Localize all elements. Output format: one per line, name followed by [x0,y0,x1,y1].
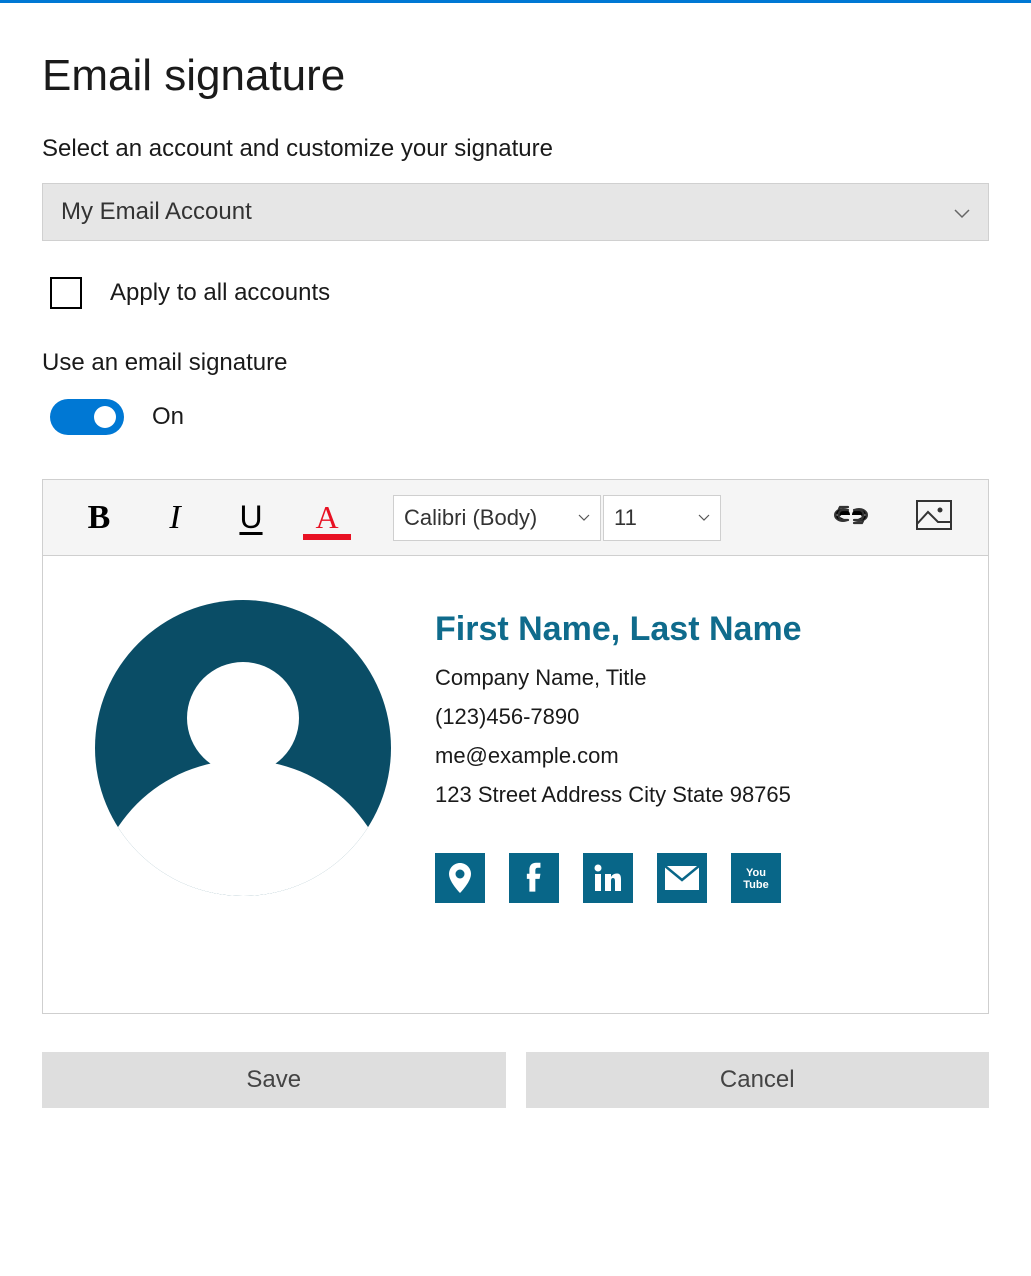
linkedin-icon[interactable] [583,853,633,903]
social-icons-row: You Tube [435,853,950,903]
signature-address[interactable]: 123 Street Address City State 98765 [435,778,950,811]
font-size-value: 11 [614,505,637,531]
signature-editor: B I U A Calibri (Body) 11 [42,479,989,1014]
font-color-button[interactable]: A [307,498,347,538]
apply-all-row: Apply to all accounts [50,277,989,309]
use-signature-label: Use an email signature [42,349,989,377]
use-signature-toggle-row: On [50,399,989,435]
font-color-swatch [303,534,351,540]
signature-phone[interactable]: (123)456-7890 [435,700,950,733]
cancel-button[interactable]: Cancel [526,1052,990,1108]
chevron-down-icon [698,511,710,525]
bold-button[interactable]: B [79,498,119,538]
toggle-state-label: On [152,403,184,431]
settings-pane: Email signature Select an account and cu… [0,3,1031,1138]
signature-company-title[interactable]: Company Name, Title [435,661,950,694]
use-signature-toggle[interactable] [50,399,124,435]
signature-info: First Name, Last Name Company Name, Titl… [435,600,950,903]
email-icon[interactable] [657,853,707,903]
insert-image-button[interactable] [916,500,952,535]
signature-content-area[interactable]: First Name, Last Name Company Name, Titl… [43,556,988,1013]
apply-all-label: Apply to all accounts [110,279,330,307]
italic-button[interactable]: I [155,498,195,538]
insert-link-button[interactable] [832,503,870,532]
save-button[interactable]: Save [42,1052,506,1108]
svg-text:Tube: Tube [743,879,768,891]
toolbar-right-group [832,500,952,535]
account-dropdown-value: My Email Account [61,198,252,226]
font-size-select[interactable]: 11 [603,495,721,541]
chevron-down-icon [954,198,970,226]
chevron-down-icon [578,511,590,525]
page-subtitle: Select an account and customize your sig… [42,135,989,163]
font-family-select[interactable]: Calibri (Body) [393,495,601,541]
location-pin-icon[interactable] [435,853,485,903]
youtube-icon[interactable]: You Tube [731,853,781,903]
signature-avatar[interactable] [95,600,391,896]
svg-text:You: You [746,867,766,879]
signature-name[interactable]: First Name, Last Name [435,610,950,649]
underline-button[interactable]: U [231,498,271,538]
facebook-icon[interactable] [509,853,559,903]
apply-all-checkbox[interactable] [50,277,82,309]
action-button-row: Save Cancel [42,1052,989,1108]
signature-email[interactable]: me@example.com [435,739,950,772]
editor-toolbar: B I U A Calibri (Body) 11 [43,480,988,556]
font-family-value: Calibri (Body) [404,505,537,531]
toggle-knob [94,406,116,428]
account-dropdown[interactable]: My Email Account [42,183,989,241]
page-title: Email signature [42,51,989,101]
